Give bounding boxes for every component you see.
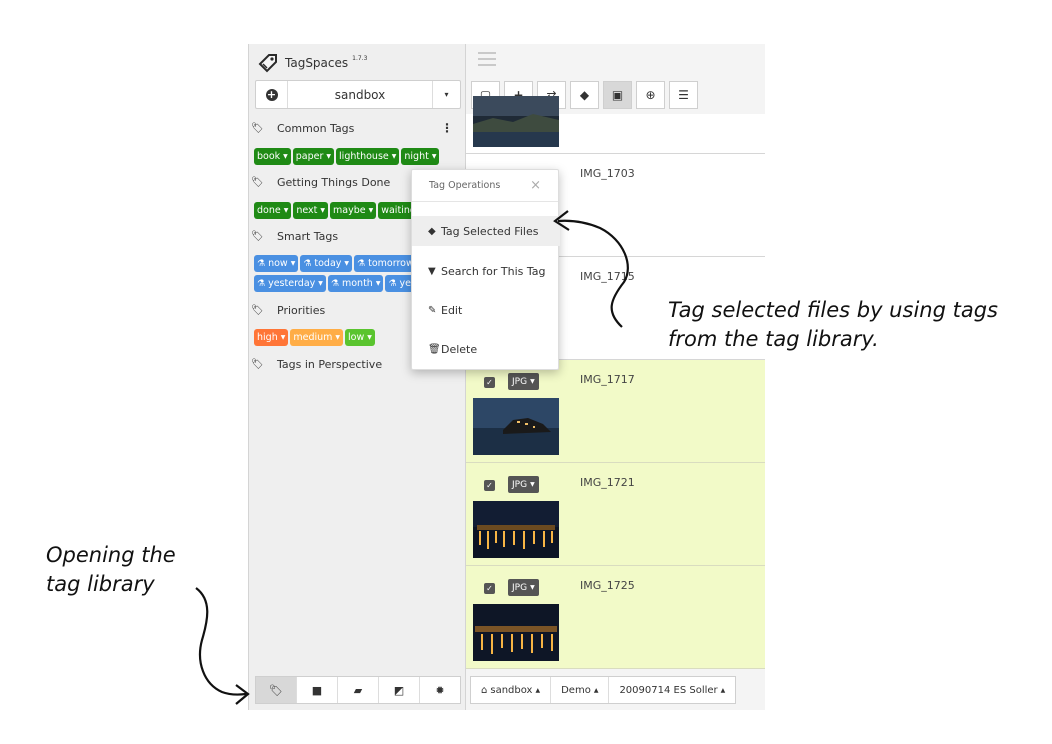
arrow-to-menu: [557, 219, 629, 328]
page: TagSpaces 1.7.3 + sandbox ▾ 🏷 Common Tag…: [0, 0, 1052, 744]
arrow-to-tag-library: [195, 587, 247, 696]
annotation-arrows: [195, 210, 629, 705]
